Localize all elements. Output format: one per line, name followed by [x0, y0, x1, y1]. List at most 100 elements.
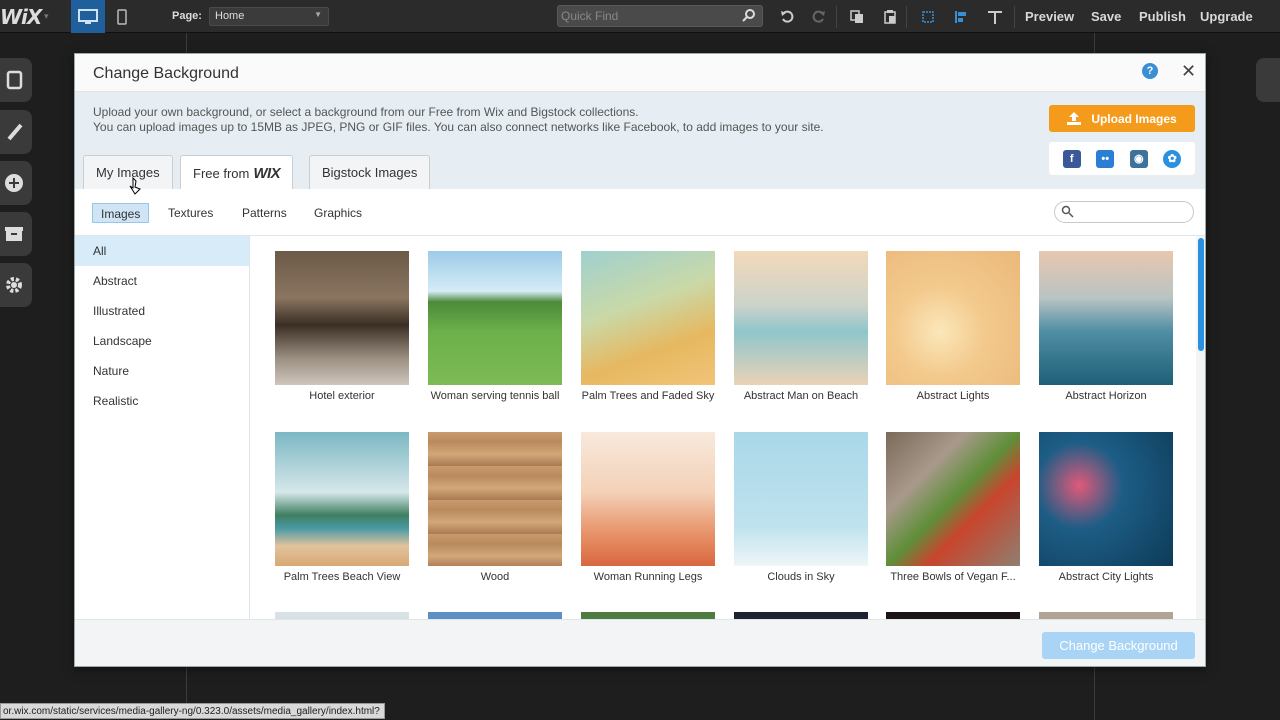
subtab-graphics[interactable]: Graphics: [306, 203, 370, 223]
image-thumbnail[interactable]: [428, 612, 562, 619]
wix-logo[interactable]: WiX ▾: [0, 5, 48, 29]
image-thumbnail[interactable]: Wood: [428, 432, 562, 583]
design-rail-button[interactable]: [0, 110, 32, 154]
pages-rail-button[interactable]: [0, 58, 32, 102]
image-thumbnail[interactable]: Abstract Man on Beach: [734, 251, 868, 402]
image-thumbnail[interactable]: Woman Running Legs: [581, 432, 715, 583]
mobile-view-button[interactable]: [105, 0, 139, 33]
desktop-view-button[interactable]: [71, 0, 105, 33]
thumbnail-image[interactable]: [1039, 432, 1173, 566]
preview-link[interactable]: Preview: [1025, 9, 1074, 24]
image-thumbnail[interactable]: Palm Trees and Faded Sky: [581, 251, 715, 402]
upgrade-link[interactable]: Upgrade: [1200, 9, 1253, 24]
tab-bigstock-label: Bigstock Images: [322, 165, 418, 180]
image-thumbnail[interactable]: [886, 612, 1020, 619]
thumbnail-image[interactable]: [581, 612, 715, 619]
thumbnail-image[interactable]: [428, 612, 562, 619]
thumbnail-image[interactable]: [1039, 612, 1173, 619]
chat-rail-button[interactable]: [1256, 58, 1280, 102]
thumbnail-image[interactable]: [886, 612, 1020, 619]
thumbnail-image[interactable]: [886, 432, 1020, 566]
image-search-input[interactable]: [1054, 201, 1194, 223]
category-all[interactable]: All: [75, 236, 249, 266]
picasa-icon[interactable]: ✿: [1163, 149, 1182, 168]
thumbnail-image[interactable]: [886, 251, 1020, 385]
subtab-images[interactable]: Images: [92, 203, 150, 223]
image-thumbnail[interactable]: [581, 612, 715, 619]
close-icon[interactable]: ✕: [1181, 61, 1196, 82]
copy-button[interactable]: [846, 6, 868, 28]
thumbnail-image[interactable]: [275, 432, 409, 566]
tab-free-from-wix[interactable]: Free from WIX: [180, 155, 294, 190]
tab-my-images[interactable]: My Images: [83, 155, 173, 189]
thumbnail-image[interactable]: [581, 251, 715, 385]
image-thumbnail[interactable]: Three Bowls of Vegan F...: [886, 432, 1020, 583]
thumbnail-image[interactable]: [734, 432, 868, 566]
category-landscape[interactable]: Landscape: [75, 326, 249, 356]
crop-button[interactable]: [917, 6, 939, 28]
quickfind-input[interactable]: Quick Find: [557, 5, 763, 27]
divider: [1014, 6, 1015, 28]
save-link[interactable]: Save: [1091, 9, 1121, 24]
image-thumbnail[interactable]: Woman serving tennis ball: [428, 251, 562, 402]
category-list: All Abstract Illustrated Landscape Natur…: [75, 236, 250, 619]
image-thumbnail[interactable]: Hotel exterior: [275, 251, 409, 402]
dialog-footer: Change Background: [75, 619, 1205, 666]
media-type-nav: Images Textures Patterns Graphics: [75, 189, 1205, 236]
tab-bigstock-images[interactable]: Bigstock Images: [309, 155, 431, 189]
image-thumbnail[interactable]: Abstract City Lights: [1039, 432, 1173, 583]
grid-scrollbar[interactable]: [1196, 236, 1205, 619]
thumbnail-image[interactable]: [734, 251, 868, 385]
paste-button[interactable]: [879, 6, 901, 28]
upload-images-button[interactable]: Upload Images: [1049, 105, 1195, 132]
thumbnail-image[interactable]: [428, 251, 562, 385]
thumbnail-caption: Abstract Man on Beach: [743, 390, 859, 402]
image-thumbnail[interactable]: [275, 612, 409, 619]
settings-rail-button[interactable]: [0, 263, 32, 307]
logo-caret-icon[interactable]: ▾: [44, 12, 48, 22]
align-button[interactable]: [950, 6, 972, 28]
flickr-icon[interactable]: ••: [1096, 149, 1115, 168]
category-nature[interactable]: Nature: [75, 356, 249, 386]
undo-button[interactable]: [776, 6, 798, 28]
plus-circle-icon: [5, 174, 23, 192]
image-thumbnail[interactable]: [734, 612, 868, 619]
category-illustrated[interactable]: Illustrated: [75, 296, 249, 326]
image-thumbnail[interactable]: Clouds in Sky: [734, 432, 868, 583]
scrollbar-thumb[interactable]: [1198, 238, 1204, 351]
search-icon[interactable]: [742, 8, 756, 22]
thumbnail-image[interactable]: [734, 612, 868, 619]
thumbnail-image[interactable]: [428, 432, 562, 566]
paste-icon: [884, 10, 896, 24]
gear-icon: [6, 277, 22, 293]
image-thumbnail[interactable]: Abstract Horizon: [1039, 251, 1173, 402]
mobile-icon: [117, 8, 127, 25]
pages-icon: [6, 70, 23, 90]
subtab-patterns[interactable]: Patterns: [234, 203, 295, 223]
image-thumbnail[interactable]: Abstract Lights: [886, 251, 1020, 402]
distribute-button[interactable]: [984, 6, 1006, 28]
divider: [906, 6, 907, 28]
thumbnail-image[interactable]: [275, 251, 409, 385]
thumbnail-image[interactable]: [1039, 251, 1173, 385]
help-icon[interactable]: ?: [1142, 63, 1158, 79]
app-market-rail-button[interactable]: [0, 212, 32, 256]
thumbnail-caption: Abstract Lights: [916, 390, 990, 402]
change-background-button[interactable]: Change Background: [1042, 632, 1195, 659]
facebook-icon[interactable]: f: [1062, 149, 1081, 168]
page-select[interactable]: Home ▼: [209, 7, 329, 26]
thumbnail-caption: Woman serving tennis ball: [430, 390, 560, 402]
redo-button[interactable]: [808, 6, 830, 28]
thumbnail-image[interactable]: [581, 432, 715, 566]
subtab-textures[interactable]: Textures: [160, 203, 221, 223]
image-thumbnail[interactable]: Palm Trees Beach View: [275, 432, 409, 583]
status-url: or.wix.com/static/services/media-gallery…: [0, 703, 385, 719]
publish-link[interactable]: Publish: [1139, 9, 1186, 24]
thumbnail-image[interactable]: [275, 612, 409, 619]
instagram-icon[interactable]: ◉: [1129, 149, 1148, 168]
category-realistic[interactable]: Realistic: [75, 386, 249, 416]
add-rail-button[interactable]: [0, 161, 32, 205]
image-thumbnail[interactable]: [1039, 612, 1173, 619]
category-abstract[interactable]: Abstract: [75, 266, 249, 296]
thumbnail-caption: Abstract Horizon: [1065, 390, 1147, 402]
